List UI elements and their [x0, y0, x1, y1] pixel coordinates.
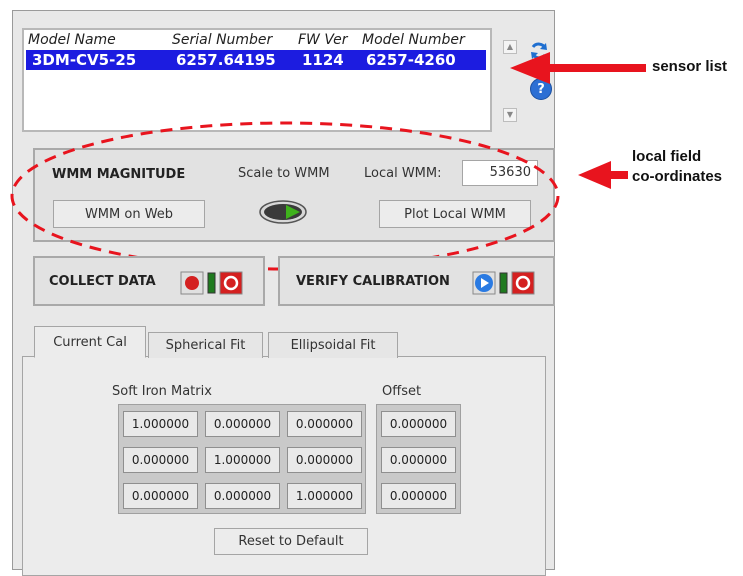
tab-spherical-fit[interactable]: Spherical Fit [148, 332, 263, 358]
verify-controls [472, 271, 544, 299]
offset-label: Offset [382, 384, 422, 399]
status-indicator-icon [499, 272, 508, 294]
record-icon [180, 271, 204, 295]
reset-to-default-button[interactable]: Reset to Default [214, 528, 368, 555]
offset-cell[interactable]: 0.000000 [381, 483, 456, 509]
soft-iron-matrix: 1.000000 0.000000 0.000000 0.000000 1.00… [118, 404, 366, 514]
offset-cell[interactable]: 0.000000 [381, 411, 456, 437]
verify-calibration-label: VERIFY CALIBRATION [296, 274, 450, 289]
local-field-annotation-1: local field [632, 148, 702, 165]
matrix-cell[interactable]: 0.000000 [123, 447, 198, 473]
matrix-cell[interactable]: 0.000000 [205, 411, 280, 437]
stop-icon [219, 271, 243, 295]
tab-current-cal[interactable]: Current Cal [34, 326, 146, 358]
collect-controls [180, 271, 252, 299]
matrix-cell[interactable]: 0.000000 [287, 411, 362, 437]
play-icon [472, 271, 496, 295]
matrix-cell[interactable]: 1.000000 [123, 411, 198, 437]
stop-icon [511, 271, 535, 295]
tab-ellipsoidal-fit[interactable]: Ellipsoidal Fit [268, 332, 398, 358]
matrix-cell[interactable]: 0.000000 [123, 483, 198, 509]
offset-vector: 0.000000 0.000000 0.000000 [376, 404, 461, 514]
local-field-annotation-2: co-ordinates [632, 168, 723, 185]
matrix-cell[interactable]: 1.000000 [205, 447, 280, 473]
soft-iron-matrix-label: Soft Iron Matrix [112, 384, 212, 399]
status-indicator-icon [207, 272, 216, 294]
arrow-icon [578, 161, 611, 189]
sensor-list-annotation: sensor list [652, 58, 728, 75]
matrix-cell[interactable]: 0.000000 [287, 447, 362, 473]
offset-cell[interactable]: 0.000000 [381, 447, 456, 473]
dashed-ellipse-annotation [10, 121, 560, 271]
matrix-cell[interactable]: 0.000000 [205, 483, 280, 509]
arrow-icon [510, 52, 550, 84]
matrix-cell[interactable]: 1.000000 [287, 483, 362, 509]
collect-data-label: COLLECT DATA [49, 274, 156, 289]
